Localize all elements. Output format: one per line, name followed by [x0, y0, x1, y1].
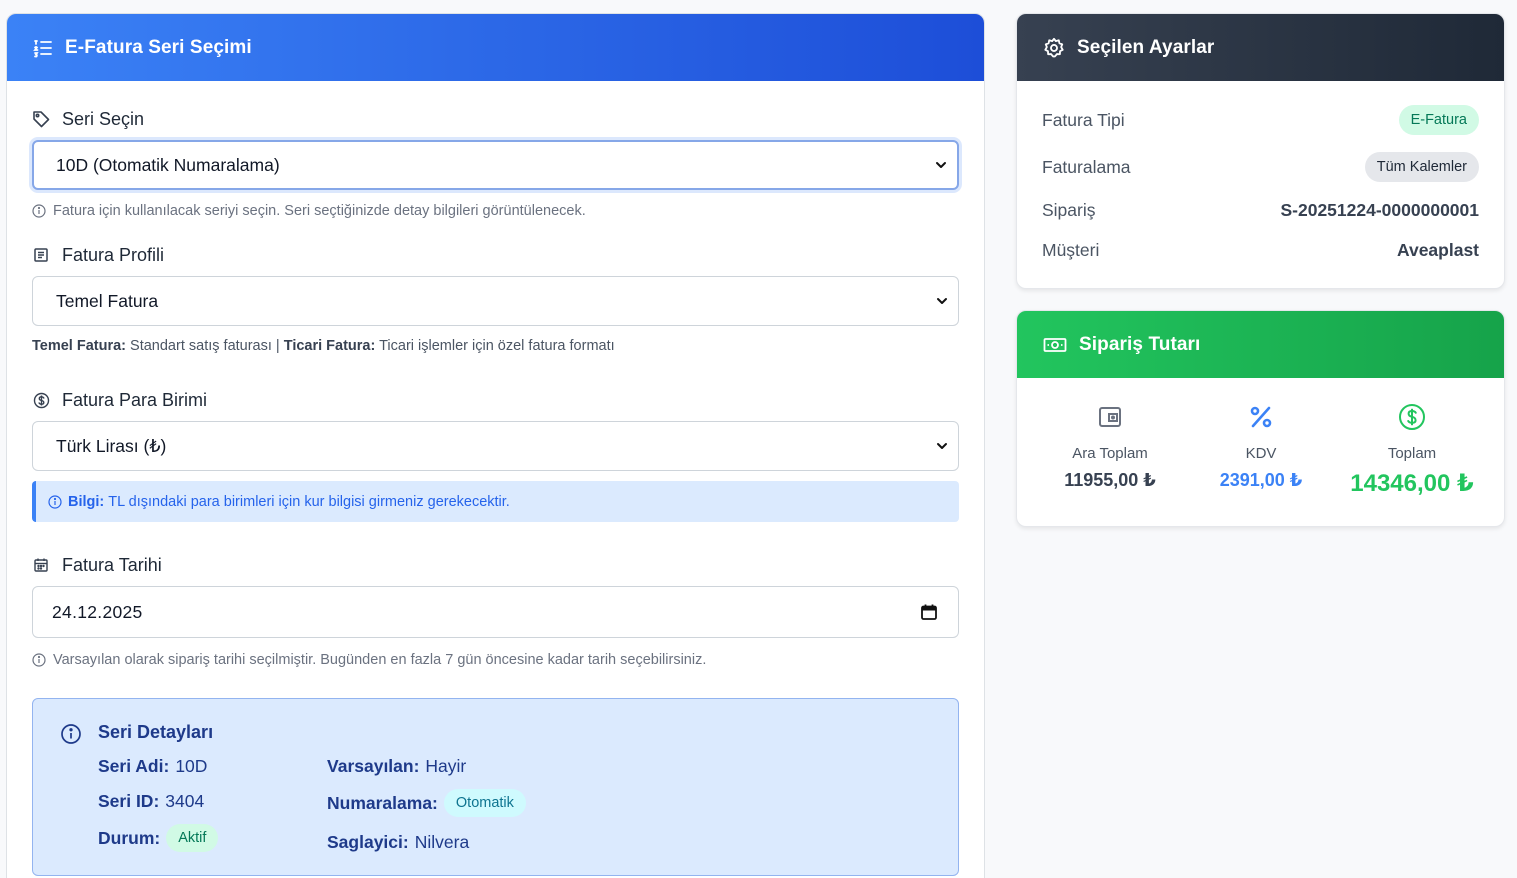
series-select[interactable]: 10D (Otomatik Numaralama): [32, 140, 959, 190]
detail-series-name: Seri Adi: 10D: [98, 756, 208, 776]
dollar-circle-icon: [32, 391, 50, 409]
selected-settings-title: Seçilen Ayarlar: [1077, 36, 1215, 58]
invoice-type-badge: E-Fatura: [1398, 105, 1479, 135]
detail-provider: Saglayici: Nilvera: [327, 832, 470, 852]
chevron-down-icon: [937, 443, 947, 449]
series-selection-header: E-Fatura Seri Seçimi: [7, 14, 984, 81]
order-total-title: Sipariş Tutarı: [1079, 333, 1201, 355]
list-icon: [33, 38, 53, 58]
info-circle-icon: [61, 724, 81, 744]
billing-badge: Tüm Kalemler: [1364, 152, 1479, 182]
calendar-icon: [32, 556, 50, 574]
date-input-value: 24.12.2025: [52, 601, 143, 622]
date-help: Varsayılan olarak sipariş tarihi seçilmi…: [32, 651, 959, 669]
selected-settings-card: Seçilen Ayarlar Fatura Tipi E-Fatura Fat…: [1016, 13, 1505, 289]
page: E-Fatura Seri Seçimi Seri Seçin 10D (Oto…: [0, 0, 1517, 878]
document-icon: [32, 246, 50, 264]
currency-select[interactable]: Türk Lirası (₺): [32, 421, 959, 471]
vat-value: 2391,00 ₺: [1219, 470, 1303, 490]
money-icon: [1043, 336, 1067, 354]
series-select-value: 10D (Otomatik Numaralama): [56, 154, 280, 175]
selected-settings-header: Seçilen Ayarlar: [1017, 14, 1504, 81]
detail-status: Durum: Aktif: [98, 824, 219, 852]
setting-billing: Faturalama Tüm Kalemler: [1042, 152, 1479, 182]
numbering-badge: Otomatik: [443, 789, 526, 817]
detail-series-id: Seri ID: 3404: [98, 791, 205, 811]
series-label-text: Seri Seçin: [62, 108, 145, 129]
chevron-down-icon: [937, 298, 947, 304]
totals-row: Ara Toplam 11955,00 ₺ KDV 2391,00 ₺ Topl…: [1017, 378, 1504, 526]
percent-icon: [1250, 406, 1272, 428]
vat-column: KDV 2391,00 ₺: [1186, 378, 1336, 491]
date-input[interactable]: 24.12.2025: [32, 586, 959, 638]
series-details-title: Seri Detayları: [98, 722, 214, 742]
tag-icon: [32, 110, 50, 128]
info-icon: [48, 494, 62, 509]
series-form: Seri Seçin 10D (Otomatik Numaralama) Fat…: [7, 81, 984, 876]
order-total-card: Sipariş Tutarı Ara Toplam 11955,00 ₺ KDV…: [1016, 310, 1505, 527]
chevron-down-icon: [936, 162, 946, 168]
wallet-icon: [1099, 407, 1121, 427]
order-number: S-20251224-0000000001: [1280, 200, 1479, 220]
date-label: Fatura Tarihi: [32, 553, 959, 577]
gear-icon: [1043, 37, 1065, 59]
total-column: Toplam 14346,00 ₺: [1337, 378, 1487, 498]
subtotal-value: 11955,00 ₺: [1064, 470, 1156, 490]
calendar-picker-icon[interactable]: [920, 603, 938, 621]
setting-invoice-type: Fatura Tipi E-Fatura: [1042, 105, 1479, 135]
total-value: 14346,00 ₺: [1350, 470, 1474, 497]
series-selection-card: E-Fatura Seri Seçimi Seri Seçin 10D (Oto…: [6, 13, 985, 878]
setting-customer: Müşteri Aveaplast: [1042, 240, 1479, 260]
subtotal-column: Ara Toplam 11955,00 ₺: [1035, 378, 1185, 491]
customer-name: Aveaplast: [1396, 240, 1479, 260]
info-icon: [32, 653, 46, 667]
profile-select[interactable]: Temel Fatura: [32, 276, 959, 326]
currency-select-value: Türk Lirası (₺): [56, 435, 167, 456]
series-details-panel: Seri Detayları Seri Adi: 10D Seri ID: 3404…: [32, 698, 959, 876]
setting-order: Sipariş S-20251224-0000000001: [1042, 200, 1479, 220]
series-selection-title: E-Fatura Seri Seçimi: [65, 36, 252, 58]
order-total-header: Sipariş Tutarı: [1017, 311, 1504, 378]
detail-numbering: Numaralama: Otomatik: [327, 789, 526, 817]
profile-select-value: Temel Fatura: [56, 290, 159, 311]
detail-default: Varsayılan: Hayir: [327, 756, 467, 776]
status-badge: Aktif: [166, 824, 219, 852]
currency-label: Fatura Para Birimi: [32, 388, 959, 412]
profile-label: Fatura Profili: [32, 243, 959, 267]
series-help: Fatura için kullanılacak seriyi seçin. S…: [32, 202, 959, 220]
dollar-circle-icon: [1399, 404, 1425, 430]
series-label: Seri Seçin: [32, 107, 959, 131]
profile-note: Temel Fatura: Standart satış faturası | …: [32, 338, 615, 354]
currency-info-alert: Bilgi: TL dışındaki para birimleri için …: [32, 481, 959, 522]
info-icon: [32, 204, 46, 218]
